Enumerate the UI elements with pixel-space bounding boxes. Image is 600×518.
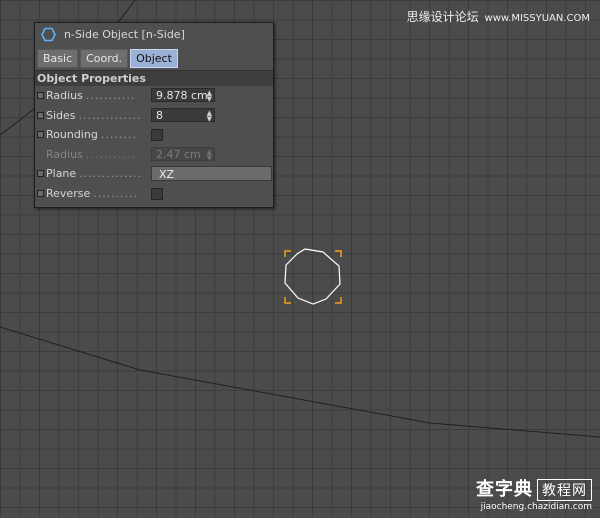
rounding-radius-label: Radius	[46, 147, 83, 161]
radius-label: Radius	[46, 89, 83, 102]
plane-dropdown[interactable]: XZ	[151, 166, 272, 181]
row-reverse: Reverse..........	[35, 184, 273, 204]
sides-field[interactable]: 8 ▲ ▼	[151, 107, 215, 122]
panel-header[interactable]: n-Side Object [n-Side]	[35, 23, 273, 45]
rounding-checkbox[interactable]	[151, 129, 163, 141]
tab-coord[interactable]: Coord.	[80, 49, 129, 68]
sides-leader-dots: ..............	[78, 108, 142, 122]
animation-dot-icon[interactable]	[37, 111, 44, 119]
radius-field[interactable]: 9.878 cm ▲ ▼	[151, 88, 215, 103]
panel-tabs: Basic Coord. Object	[35, 49, 273, 68]
row-plane: Plane.............. XZ	[35, 164, 273, 184]
rounding-leader-dots: ........	[100, 128, 137, 141]
plane-leader-dots: ..............	[79, 167, 143, 180]
animation-dot-icon[interactable]	[37, 189, 44, 197]
watermark-top-url: www.MISSYUAN.COM	[484, 13, 590, 24]
tab-basic[interactable]: Basic	[37, 49, 79, 68]
section-object-properties: Object Properties	[35, 70, 273, 86]
animation-dot-icon[interactable]	[37, 131, 44, 138]
radius-value: 9.878 cm	[156, 89, 208, 102]
attributes-panel: n-Side Object [n-Side] Basic Coord. Obje…	[34, 22, 274, 208]
reverse-checkbox[interactable]	[151, 187, 163, 200]
spline-curve-bottom	[0, 326, 600, 438]
plane-label: Plane	[46, 167, 77, 180]
watermark-top-text: 思缘设计论坛	[406, 10, 479, 24]
animation-dot-icon[interactable]	[37, 170, 44, 177]
animation-dot-icon[interactable]	[37, 92, 44, 99]
octagon-shape[interactable]	[284, 248, 341, 305]
spinner-arrows-icon[interactable]: ▲ ▼	[207, 90, 212, 103]
sides-value: 8	[156, 108, 163, 122]
sides-label: Sides	[46, 108, 76, 122]
watermark-bottom-url: jiaocheng.chazidian.com	[480, 502, 592, 512]
watermark-bottom-title: 查字典	[476, 479, 533, 500]
watermark-bottom-box: 教程网	[537, 479, 592, 501]
spinner-arrows-icon: ▲ ▼	[206, 147, 212, 162]
watermark-bottom: 查字典 教程网 jiaocheng.chazidian.com	[476, 475, 592, 512]
rounding-radius-value: 2.47 cm	[156, 147, 201, 161]
radius-leader-dots: ...........	[85, 89, 136, 102]
reverse-leader-dots: ..........	[93, 186, 139, 200]
n-side-hexagon-icon	[41, 27, 56, 41]
selection-brackets	[284, 250, 342, 304]
row-sides: Sides.............. 8 ▲ ▼	[35, 106, 273, 126]
panel-title: n-Side Object [n-Side]	[64, 27, 185, 41]
row-rounding: Rounding........	[35, 125, 273, 145]
tab-object[interactable]: Object	[130, 49, 178, 68]
watermark-top: 思缘设计论坛 www.MISSYUAN.COM	[407, 8, 590, 25]
rounding-radius-leader-dots: ...........	[85, 147, 136, 161]
spinner-arrows-icon[interactable]: ▲ ▼	[207, 109, 212, 122]
row-radius: Radius........... 9.878 cm ▲ ▼	[35, 86, 273, 106]
rounding-radius-field: 2.47 cm ▲ ▼	[151, 146, 215, 162]
rounding-label: Rounding	[46, 128, 98, 141]
row-rounding-radius: Radius........... 2.47 cm ▲ ▼	[35, 145, 273, 165]
reverse-label: Reverse	[46, 186, 91, 200]
